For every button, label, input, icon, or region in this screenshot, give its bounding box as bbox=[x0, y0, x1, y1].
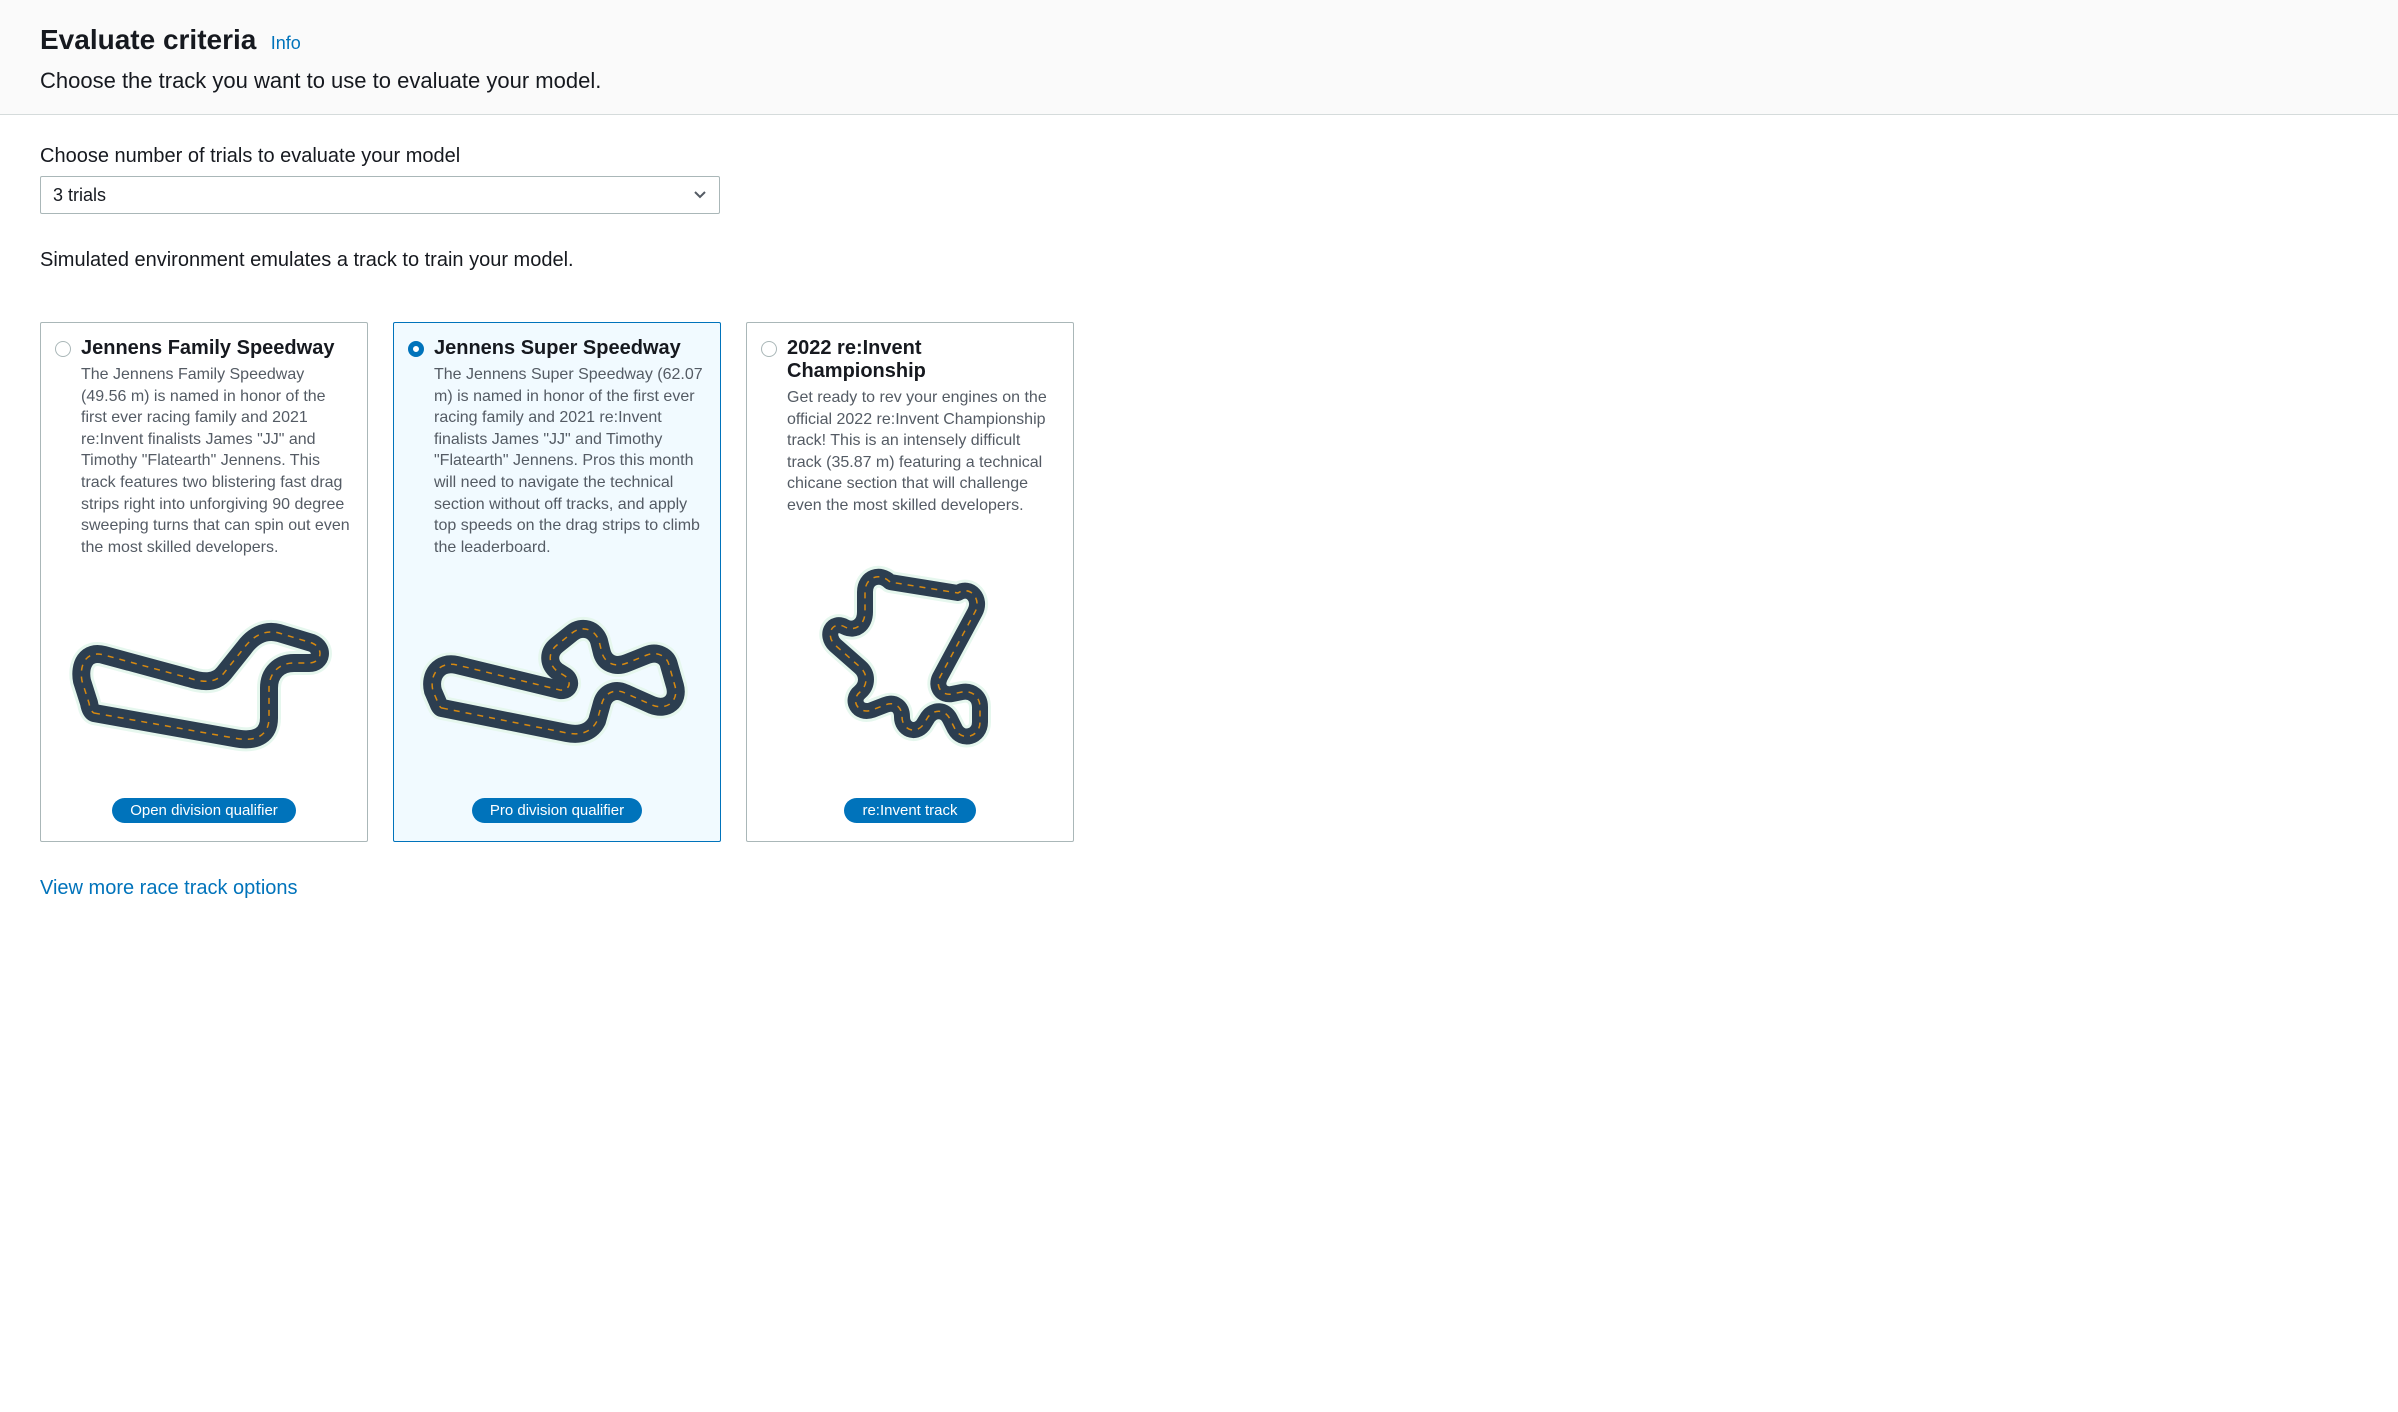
track-card-jennens-super[interactable]: Jennens Super Speedway The Jennens Super… bbox=[393, 322, 721, 842]
badge-row: Open division qualifier bbox=[55, 798, 353, 823]
radio-selected-icon[interactable] bbox=[408, 341, 424, 357]
track-title: 2022 re:Invent Championship bbox=[787, 337, 1059, 383]
radio-unselected-icon[interactable] bbox=[761, 341, 777, 357]
track-card-jennens-family[interactable]: Jennens Family Speedway The Jennens Fami… bbox=[40, 322, 368, 842]
radio-unselected-icon[interactable] bbox=[55, 341, 71, 357]
track-image bbox=[408, 578, 706, 778]
page-title: Evaluate criteria bbox=[40, 24, 256, 56]
trials-select[interactable]: 3 trials bbox=[40, 176, 720, 214]
track-cards-row: Jennens Family Speedway The Jennens Fami… bbox=[40, 322, 2358, 842]
track-badge: Pro division qualifier bbox=[472, 798, 642, 823]
badge-row: Pro division qualifier bbox=[408, 798, 706, 823]
track-image bbox=[55, 578, 353, 778]
track-description: The Jennens Super Speedway (62.07 m) is … bbox=[434, 364, 706, 558]
track-title: Jennens Super Speedway bbox=[434, 337, 681, 360]
track-image bbox=[761, 537, 1059, 779]
info-link[interactable]: Info bbox=[271, 33, 301, 53]
page-subtitle: Choose the track you want to use to eval… bbox=[40, 68, 2358, 94]
trials-label: Choose number of trials to evaluate your… bbox=[40, 145, 2358, 168]
page-header: Evaluate criteria Info Choose the track … bbox=[0, 0, 2398, 115]
content-section: Choose number of trials to evaluate your… bbox=[0, 115, 2398, 930]
card-header: Jennens Family Speedway bbox=[55, 337, 353, 360]
track-title: Jennens Family Speedway bbox=[81, 337, 334, 360]
track-description: The Jennens Family Speedway (49.56 m) is… bbox=[81, 364, 353, 558]
card-header: Jennens Super Speedway bbox=[408, 337, 706, 360]
track-card-reinvent-championship[interactable]: 2022 re:Invent Championship Get ready to… bbox=[746, 322, 1074, 842]
badge-row: re:Invent track bbox=[761, 798, 1059, 823]
track-badge: re:Invent track bbox=[844, 798, 975, 823]
sim-env-label: Simulated environment emulates a track t… bbox=[40, 249, 2358, 272]
card-header: 2022 re:Invent Championship bbox=[761, 337, 1059, 383]
view-more-tracks-link[interactable]: View more race track options bbox=[40, 877, 2358, 900]
trials-select-value: 3 trials bbox=[40, 176, 720, 214]
track-badge: Open division qualifier bbox=[112, 798, 296, 823]
track-description: Get ready to rev your engines on the off… bbox=[787, 387, 1059, 517]
